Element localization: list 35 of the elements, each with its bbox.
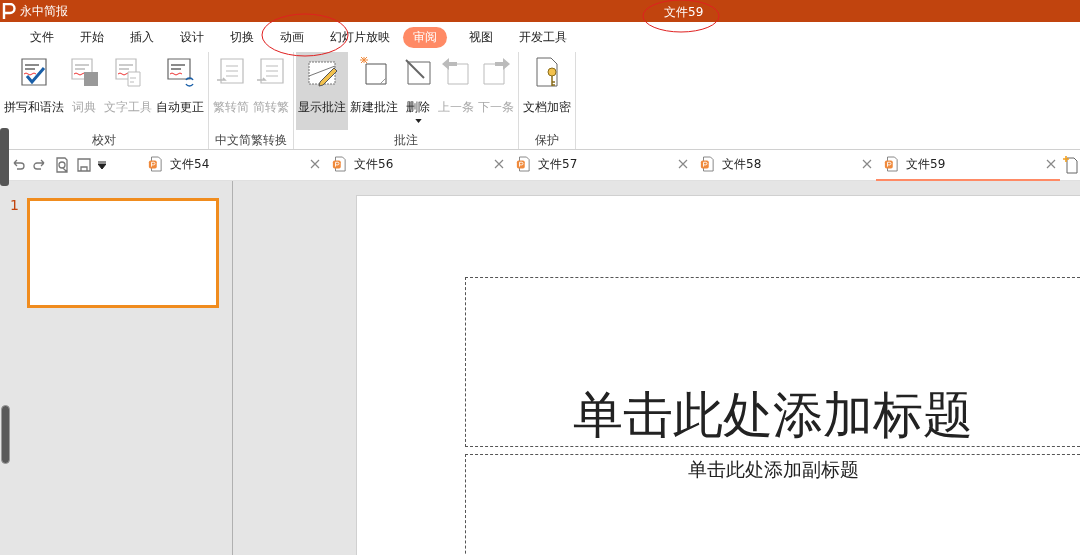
document-tab[interactable]: 文件56 xyxy=(324,149,508,181)
ribbon-button[interactable]: 删除 xyxy=(400,52,436,130)
ribbon-group-label: 中文简繁转换 xyxy=(214,132,288,149)
ribbon-group-label: 批注 xyxy=(393,132,419,149)
document-tab[interactable]: 文件54 xyxy=(140,149,324,181)
ribbon-button[interactable]: 新建批注 xyxy=(348,52,400,130)
menu-tab[interactable]: 文件 xyxy=(26,28,58,46)
menu-tab[interactable]: 设计 xyxy=(176,28,208,46)
menu-tab[interactable]: 开发工具 xyxy=(515,28,571,46)
ribbon-button[interactable]: 拼写和语法 xyxy=(2,52,66,130)
ribbon-button[interactable]: 文档加密 xyxy=(521,52,573,130)
ribbon-button[interactable]: 显示批注 xyxy=(296,52,348,130)
menu-tab[interactable]: 动画 xyxy=(276,28,308,46)
document-tab[interactable]: 文件57 xyxy=(508,149,692,181)
ribbon-group-label: 保护 xyxy=(534,132,560,149)
subtitle-placeholder[interactable]: 单击此处添加副标题 xyxy=(465,454,1080,555)
app-name: 永中简报 xyxy=(20,3,68,20)
menu-tab[interactable]: 切换 xyxy=(226,28,258,46)
document-tab[interactable]: 文件58 xyxy=(692,149,876,181)
tab-title: 文件59 xyxy=(906,156,947,173)
ribbon-button[interactable]: 自动更正 xyxy=(154,52,206,130)
tab-title: 文件56 xyxy=(354,156,395,173)
menu-tab[interactable]: 视图 xyxy=(465,28,497,46)
title-placeholder-text: 单击此处添加标题 xyxy=(573,390,973,440)
window-title: 文件59 xyxy=(664,4,704,21)
menu-tab[interactable]: 幻灯片放映 xyxy=(326,28,394,46)
ribbon-group-label: 校对 xyxy=(91,132,117,149)
slide-number: 1 xyxy=(10,198,19,212)
tab-title: 文件57 xyxy=(538,156,579,173)
tab-title: 文件54 xyxy=(170,156,211,173)
tab-title: 文件58 xyxy=(722,156,763,173)
menu-tab[interactable]: 插入 xyxy=(126,28,158,46)
menu-tab[interactable]: 开始 xyxy=(76,28,108,46)
subtitle-placeholder-text: 单击此处添加副标题 xyxy=(687,458,859,482)
title-placeholder[interactable]: 单击此处添加标题 xyxy=(465,277,1080,447)
